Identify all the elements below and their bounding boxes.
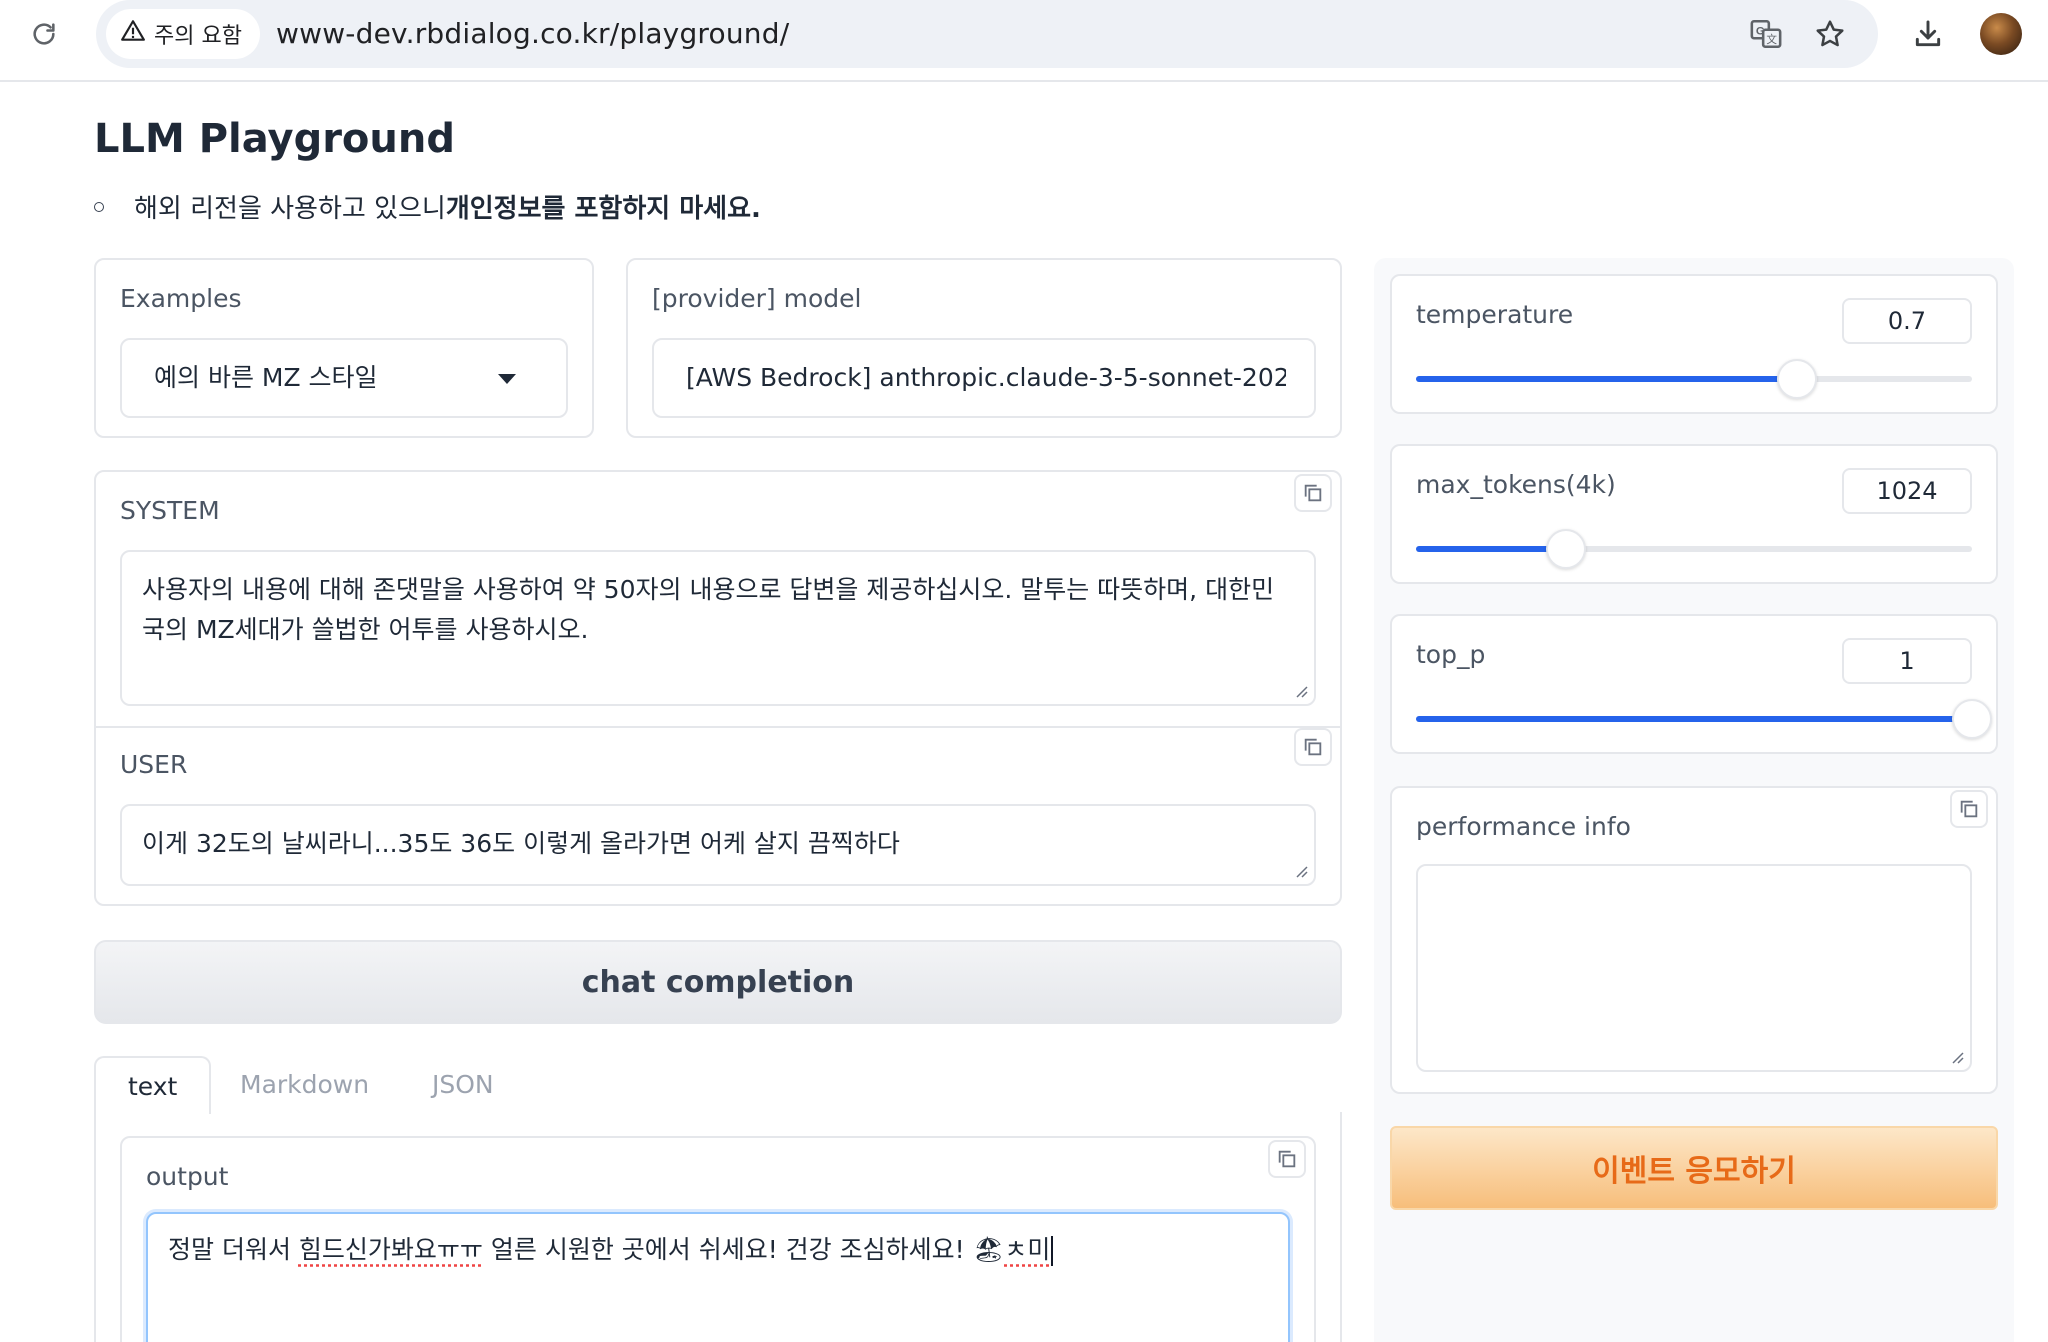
- tab-markdown[interactable]: Markdown: [240, 1056, 369, 1114]
- temperature-label: temperature: [1416, 300, 1574, 329]
- output-text-misspelled: 힘드신가봐요ㅠㅠ: [298, 1235, 483, 1264]
- prompt-panel: SYSTEM 사용자의 내용에 대해 존댓말을 사용하여 약 50자의 내용으로…: [94, 470, 1342, 906]
- url-text[interactable]: www-dev.rbdialog.co.kr/playground/: [276, 0, 789, 68]
- temperature-slider-thumb[interactable]: [1776, 359, 1817, 399]
- model-label: [provider] model: [652, 284, 862, 313]
- notice-bold-text: 개인정보를 포함하지 마세요.: [445, 194, 761, 224]
- performance-label: performance info: [1416, 812, 1631, 841]
- system-label: SYSTEM: [120, 496, 220, 525]
- address-bar[interactable]: 주의 요함 www-dev.rbdialog.co.kr/playground/…: [96, 0, 1878, 68]
- copy-icon: [1304, 484, 1322, 502]
- output-text: 정말 더워서 힘드신가봐요ㅠㅠ 얼른 시원한 곳에서 쉬세요! 건강 조심하세요…: [168, 1230, 1268, 1270]
- prompt-divider: [96, 726, 1340, 728]
- model-input[interactable]: [AWS Bedrock] anthropic.claude-3-5-sonne…: [652, 338, 1316, 418]
- translate-icon[interactable]: G文: [1746, 14, 1786, 54]
- examples-panel: Examples 예의 바른 MZ 스타일: [94, 258, 594, 438]
- max-tokens-label: max_tokens(4k): [1416, 470, 1616, 499]
- user-textarea[interactable]: 이게 32도의 날씨라니...35도 36도 이렇게 올라가면 어케 살지 끔찍…: [120, 804, 1316, 886]
- browser-toolbar: 주의 요함 www-dev.rbdialog.co.kr/playground/…: [0, 0, 2048, 82]
- top-p-slider-thumb[interactable]: [1952, 699, 1992, 739]
- user-text: 이게 32도의 날씨라니...35도 36도 이렇게 올라가면 어케 살지 끔찍…: [142, 829, 900, 858]
- user-label: USER: [120, 750, 188, 779]
- max-tokens-slider-thumb[interactable]: [1546, 529, 1587, 569]
- copy-output-button[interactable]: [1268, 1140, 1306, 1178]
- resize-handle-icon[interactable]: [1294, 864, 1308, 878]
- model-value: [AWS Bedrock] anthropic.claude-3-5-sonne…: [686, 363, 1286, 392]
- temperature-slider[interactable]: [1416, 359, 1972, 399]
- output-text-part: 얼른 시원한 곳에서 쉬세요! 건강 조심하세요!: [482, 1235, 973, 1264]
- top-p-slider-fill: [1416, 716, 1972, 722]
- output-text-misspelled: ㅊ미: [1004, 1235, 1051, 1264]
- download-icon[interactable]: [1908, 14, 1948, 54]
- max-tokens-panel: max_tokens(4k) 1024: [1390, 444, 1998, 584]
- max-tokens-input[interactable]: 1024: [1842, 468, 1972, 514]
- max-tokens-slider[interactable]: [1416, 529, 1972, 569]
- examples-dropdown[interactable]: 예의 바른 MZ 스타일: [120, 338, 568, 418]
- copy-icon: [1960, 800, 1978, 818]
- model-panel: [provider] model [AWS Bedrock] anthropic…: [626, 258, 1342, 438]
- system-text: 사용자의 내용에 대해 존댓말을 사용하여 약 50자의 내용으로 답변을 제공…: [142, 575, 1275, 644]
- output-label: output: [146, 1162, 229, 1191]
- security-chip[interactable]: 주의 요함: [106, 9, 260, 59]
- svg-text:文: 文: [1766, 33, 1777, 46]
- top-p-slider[interactable]: [1416, 699, 1992, 739]
- temperature-slider-fill: [1416, 376, 1797, 382]
- temperature-panel: temperature 0.7: [1390, 274, 1998, 414]
- temperature-input[interactable]: 0.7: [1842, 298, 1972, 344]
- notice-text: 해외 리전을 사용하고 있으니: [134, 194, 446, 224]
- top-p-input[interactable]: 1: [1842, 638, 1972, 684]
- copy-icon: [1278, 1150, 1296, 1168]
- warning-icon: [120, 18, 146, 50]
- reload-icon[interactable]: [24, 14, 64, 54]
- output-textarea[interactable]: 정말 더워서 힘드신가봐요ㅠㅠ 얼른 시원한 곳에서 쉬세요! 건강 조심하세요…: [146, 1212, 1290, 1342]
- bookmark-star-icon[interactable]: [1810, 14, 1850, 54]
- tab-json[interactable]: JSON: [432, 1056, 494, 1114]
- top-p-panel: top_p 1: [1390, 614, 1998, 754]
- copy-performance-button[interactable]: [1950, 790, 1988, 828]
- system-textarea[interactable]: 사용자의 내용에 대해 존댓말을 사용하여 약 50자의 내용으로 답변을 제공…: [120, 550, 1316, 706]
- resize-handle-icon[interactable]: [1294, 684, 1308, 698]
- event-entry-button[interactable]: 이벤트 응모하기: [1390, 1126, 1998, 1210]
- performance-panel: performance info: [1390, 786, 1998, 1094]
- security-chip-label: 주의 요함: [154, 24, 242, 49]
- copy-system-button[interactable]: [1294, 474, 1332, 512]
- top-p-label: top_p: [1416, 640, 1486, 669]
- copy-user-button[interactable]: [1294, 728, 1332, 766]
- dropdown-caret-icon: [498, 374, 516, 384]
- resize-handle-icon[interactable]: [1950, 1050, 1964, 1064]
- privacy-notice: 해외 리전을 사용하고 있으니 개인정보를 포함하지 마세요.: [94, 188, 761, 225]
- examples-selected: 예의 바른 MZ 스타일: [154, 363, 378, 392]
- output-text-part: 정말 더워서: [168, 1235, 299, 1264]
- performance-textarea[interactable]: [1416, 864, 1972, 1072]
- text-cursor: [1051, 1236, 1054, 1266]
- tab-text[interactable]: text: [94, 1056, 212, 1114]
- copy-icon: [1304, 738, 1322, 756]
- profile-avatar[interactable]: [1980, 13, 2022, 55]
- bullet-icon: [94, 201, 104, 212]
- page-title: LLM Playground: [94, 116, 455, 162]
- examples-label: Examples: [120, 284, 242, 313]
- umbrella-beach-emoji: 🏖: [972, 1235, 1005, 1264]
- chat-completion-button[interactable]: chat completion: [94, 940, 1342, 1024]
- max-tokens-slider-fill: [1416, 546, 1567, 552]
